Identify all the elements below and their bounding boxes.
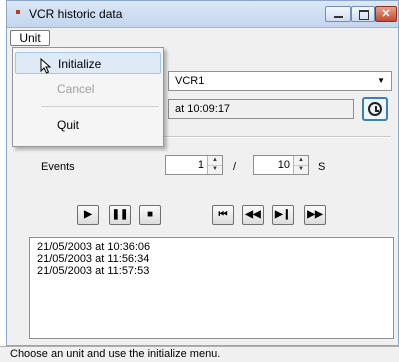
- title-bar[interactable]: VCR historic data ✕: [7, 1, 398, 28]
- menu-unit[interactable]: Unit: [10, 30, 50, 46]
- menu-item-initialize[interactable]: Initialize: [15, 52, 161, 74]
- close-icon: ✕: [381, 8, 391, 20]
- device-select[interactable]: VCR1 ▼: [168, 71, 392, 91]
- app-icon: [16, 10, 20, 14]
- minimize-button[interactable]: [325, 6, 351, 22]
- spin-down-icon[interactable]: ▼: [294, 165, 308, 174]
- log-line: 21/05/2003 at 10:36:06: [37, 241, 151, 253]
- menu-item-quit[interactable]: Quit: [15, 114, 161, 136]
- events-separator: /: [233, 161, 237, 173]
- fast-forward-icon: ▶▶: [307, 209, 323, 220]
- window-title: VCR historic data: [29, 7, 123, 21]
- clock-icon: [368, 102, 382, 116]
- clock-button[interactable]: [362, 97, 388, 121]
- maximize-button[interactable]: [351, 6, 375, 22]
- date-field-value: at 10:09:17: [175, 103, 231, 115]
- events-interval-stepper[interactable]: 10 ▲ ▼: [253, 155, 309, 175]
- rewind-icon: ◀◀: [245, 209, 261, 220]
- unit-menu-dropdown: Initialize Cancel Quit: [12, 47, 164, 147]
- play-icon: ▶: [84, 209, 92, 220]
- fast-forward-button[interactable]: ▶▶: [304, 205, 326, 225]
- menu-item-label: Initialize: [58, 57, 102, 71]
- log-line: 21/05/2003 at 11:56:34: [37, 253, 150, 265]
- menu-separator: [41, 106, 159, 107]
- step-forward-button[interactable]: ▶❙: [272, 205, 294, 225]
- rewind-button[interactable]: ◀◀: [242, 205, 264, 225]
- events-label: Events: [41, 161, 75, 173]
- cursor-icon: [40, 58, 52, 74]
- stop-icon: ■: [146, 209, 154, 220]
- status-text: Choose an unit and use the initialize me…: [10, 348, 221, 360]
- interval-unit-label: S: [318, 161, 326, 173]
- minimize-icon: [334, 16, 343, 18]
- stop-button[interactable]: ■: [139, 205, 161, 225]
- date-field[interactable]: at 10:09:17: [168, 99, 354, 119]
- status-bar: Choose an unit and use the initialize me…: [0, 346, 399, 362]
- spin-down-icon[interactable]: ▼: [208, 165, 222, 174]
- step-forward-icon: ▶❙: [274, 209, 292, 220]
- event-log[interactable]: 21/05/2003 at 10:36:06 21/05/2003 at 11:…: [29, 237, 394, 339]
- close-button[interactable]: ✕: [375, 6, 397, 22]
- skip-start-icon: ⏮: [218, 209, 228, 220]
- events-interval-value: 10: [277, 159, 290, 171]
- pause-button[interactable]: ❚❚: [109, 205, 131, 225]
- menu-bar: Unit: [7, 28, 398, 48]
- chevron-down-icon: ▼: [377, 76, 385, 85]
- log-line: 21/05/2003 at 11:57:53: [37, 265, 150, 277]
- menu-item-label: Cancel: [57, 82, 95, 96]
- events-current-value: 1: [197, 159, 204, 171]
- play-button[interactable]: ▶: [77, 205, 99, 225]
- menu-item-label: Quit: [57, 118, 80, 132]
- menu-item-cancel: Cancel: [15, 78, 161, 100]
- skip-start-button[interactable]: ⏮: [212, 205, 234, 225]
- maximize-icon: [359, 10, 369, 20]
- events-current-stepper[interactable]: 1 ▲ ▼: [165, 155, 223, 175]
- pause-icon: ❚❚: [111, 209, 129, 220]
- device-select-value: VCR1: [175, 75, 205, 87]
